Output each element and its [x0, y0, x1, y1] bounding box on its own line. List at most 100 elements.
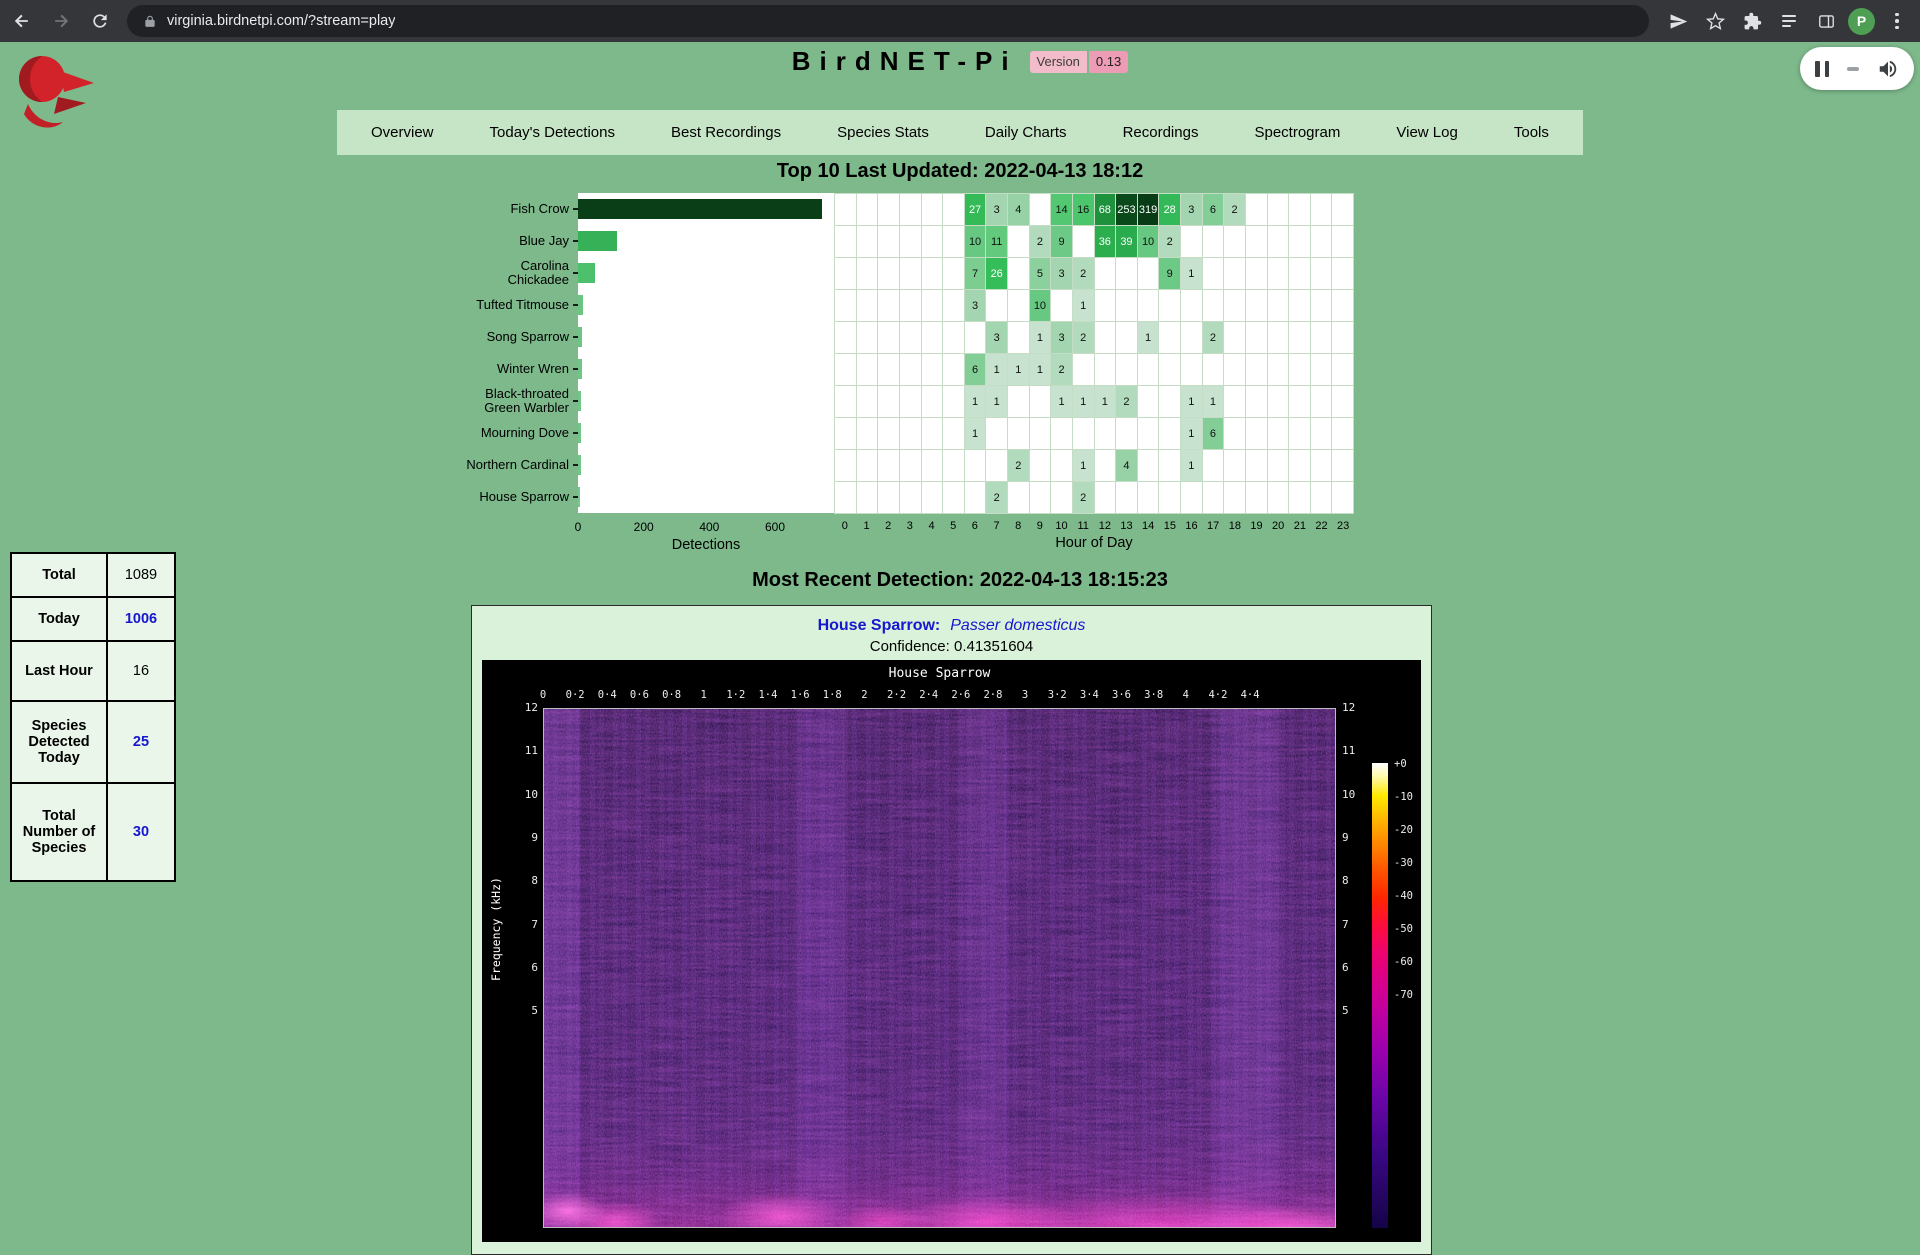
nav-item-tools[interactable]: Tools: [1506, 112, 1557, 153]
heatmap-cell: [1268, 258, 1290, 290]
heatmap-cell: [1051, 418, 1073, 450]
pause-button[interactable]: [1815, 61, 1829, 77]
bookmark-button[interactable]: [1700, 6, 1730, 36]
heatmap-cell: [1289, 354, 1311, 386]
reading-list-button[interactable]: [1774, 6, 1804, 36]
spec-time-tick-label: 2: [861, 689, 867, 701]
profile-avatar[interactable]: P: [1848, 8, 1875, 35]
nav-item-recordings[interactable]: Recordings: [1115, 112, 1207, 153]
spec-time-tick-label: 1·8: [823, 689, 842, 701]
heatmap-cell: [878, 290, 900, 322]
heatmap-cell: [922, 322, 944, 354]
heatmap-cell: [878, 258, 900, 290]
birdnet-pi-page: BirdNET-Pi Version 0.13 OverviewToday's …: [0, 42, 1920, 1017]
spec-time-tick-label: 2·2: [887, 689, 906, 701]
detection-species-link[interactable]: House Sparrow:: [818, 617, 941, 634]
side-panel-button[interactable]: [1811, 6, 1841, 36]
bar-song-sparrow: [578, 327, 582, 347]
species-label: Blue Jay: [519, 234, 569, 248]
hour-tick-label: 12: [1099, 520, 1111, 532]
spec-time-tick-label: 1·6: [791, 689, 810, 701]
nav-item-species-stats[interactable]: Species Stats: [829, 112, 937, 153]
heatmap-cell: [857, 226, 879, 258]
hour-tick-label: 0: [842, 520, 848, 532]
extensions-button[interactable]: [1737, 6, 1767, 36]
spec-time-tick-label: 3·8: [1144, 689, 1163, 701]
nav-item-today-s-detections[interactable]: Today's Detections: [482, 112, 623, 153]
menu-button[interactable]: [1882, 6, 1912, 36]
heatmap-cell: 3: [1181, 194, 1203, 226]
reload-button[interactable]: [83, 4, 117, 38]
volume-button[interactable]: [1877, 58, 1899, 80]
side-panel-icon: [1817, 12, 1836, 31]
heatmap-cell: [900, 258, 922, 290]
heatmap-cell: [1116, 322, 1138, 354]
spec-freq-tick-label: 11: [502, 744, 538, 757]
heatmap-cell: [857, 290, 879, 322]
nav-item-spectrogram[interactable]: Spectrogram: [1246, 112, 1348, 153]
nav-item-view-log[interactable]: View Log: [1388, 112, 1465, 153]
spec-time-tick-label: 0: [540, 689, 546, 701]
seek-handle-icon[interactable]: [1847, 67, 1859, 71]
heatmap-cell: 2: [1073, 322, 1095, 354]
stats-row: Last Hour16: [11, 641, 175, 701]
spec-time-tick-label: 1: [701, 689, 707, 701]
nav-item-best-recordings[interactable]: Best Recordings: [663, 112, 789, 153]
heatmap-cell: [922, 258, 944, 290]
heatmap-cell: 2: [1203, 322, 1225, 354]
top10-heading: Top 10 Last Updated: 2022-04-13 18:12: [0, 160, 1920, 183]
bar-carolina-chickadee: [578, 263, 595, 283]
heatmap-cell: 7: [965, 258, 987, 290]
heatmap-cell: [1030, 386, 1052, 418]
heatmap-cell: [943, 418, 965, 450]
spec-time-tick-label: 4: [1183, 689, 1189, 701]
back-button[interactable]: [5, 4, 39, 38]
heatmap-cell: [835, 322, 857, 354]
nav-item-daily-charts[interactable]: Daily Charts: [977, 112, 1075, 153]
stats-row: Today1006: [11, 597, 175, 641]
bar-x-axis-label: Detections: [578, 537, 834, 553]
heatmap-cell: [1159, 290, 1181, 322]
hour-tick-label: 9: [1037, 520, 1043, 532]
hour-tick-label: 15: [1164, 520, 1176, 532]
stat-value-species-detected-today[interactable]: 25: [107, 701, 175, 783]
most-recent-detection-heading: Most Recent Detection: 2022-04-13 18:15:…: [0, 569, 1920, 592]
spec-time-tick-label: 3: [1022, 689, 1028, 701]
heatmap-cell: [943, 194, 965, 226]
heatmap-cell: [1203, 482, 1225, 514]
heatmap-cell: [986, 418, 1008, 450]
nav-item-overview[interactable]: Overview: [363, 112, 442, 153]
heatmap-cell: [1311, 322, 1333, 354]
heatmap-cell: [1289, 226, 1311, 258]
heatmap-cell: 1: [1181, 386, 1203, 418]
heatmap-cell: 2: [1116, 386, 1138, 418]
heatmap-cell: [1246, 194, 1268, 226]
heatmap-cell: [1030, 450, 1052, 482]
heatmap-cell: [1095, 354, 1117, 386]
heatmap-cell: [1224, 482, 1246, 514]
heatmap-cell: [1095, 258, 1117, 290]
bar-winter-wren: [578, 359, 582, 379]
url-bar[interactable]: virginia.birdnetpi.com/?stream=play: [127, 5, 1649, 37]
heatmap-cell: [1289, 258, 1311, 290]
heatmap-cell: 1: [965, 386, 987, 418]
spec-time-tick-label: 1·2: [726, 689, 745, 701]
stat-value-today[interactable]: 1006: [107, 597, 175, 641]
heatmap-cell: [857, 354, 879, 386]
heatmap-cell: [943, 258, 965, 290]
forward-button[interactable]: [44, 4, 78, 38]
detection-scientific-name[interactable]: Passer domesticus: [950, 617, 1085, 634]
heatmap-cell: [1246, 290, 1268, 322]
heatmap-cell: 1: [1181, 258, 1203, 290]
heatmap-cell: [1289, 322, 1311, 354]
heatmap-cell: [1289, 194, 1311, 226]
stat-value-total-number-of-species[interactable]: 30: [107, 783, 175, 881]
species-label: Black-throated Green Warbler: [463, 387, 569, 415]
colorbar-tick-label: -60: [1394, 956, 1413, 968]
species-label: Song Sparrow: [487, 330, 569, 344]
stat-label-total-number-of-species: Total Number of Species: [11, 783, 107, 881]
heatmap-cell: [1181, 322, 1203, 354]
send-button[interactable]: [1663, 6, 1693, 36]
heatmap-cell: [878, 322, 900, 354]
species-label: Mourning Dove: [481, 426, 569, 440]
